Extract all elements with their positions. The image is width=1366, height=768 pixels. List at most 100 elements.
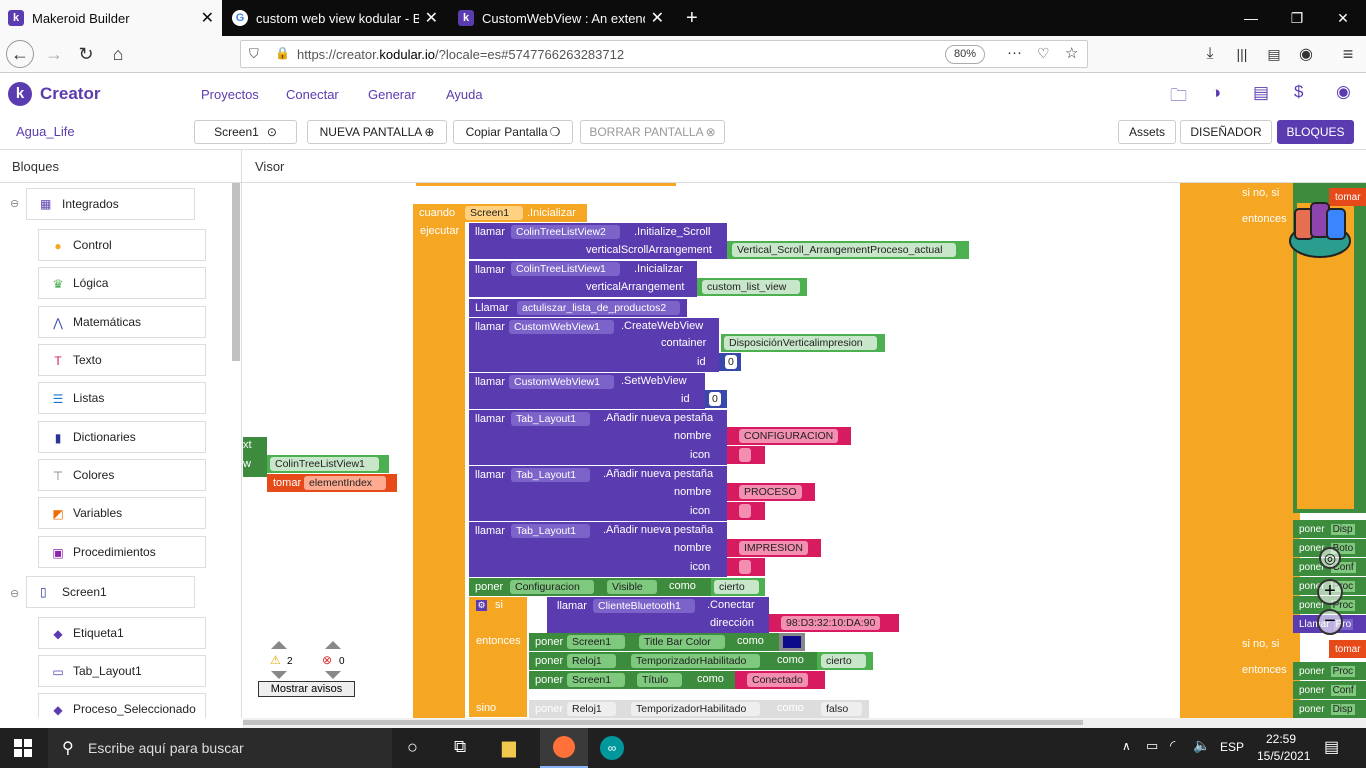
property-chip[interactable]: TemporizadorHabilitado [631, 702, 761, 716]
more-actions-icon[interactable]: ··· [1007, 44, 1022, 61]
windows-start-icon[interactable] [14, 739, 32, 757]
back-icon[interactable]: ← [6, 40, 34, 68]
screen-selector[interactable]: Screen1 ⊙ [194, 120, 297, 144]
cortana-icon[interactable]: ○ [407, 737, 418, 758]
restore-icon[interactable]: ❐ [1274, 0, 1320, 36]
menu-ayuda[interactable]: Ayuda [446, 87, 483, 102]
account-icon[interactable]: ◉ [1292, 40, 1320, 68]
component-chip[interactable]: Screen1 [567, 635, 626, 649]
setter-block[interactable]: poner Disp [1293, 520, 1366, 538]
folder-star-icon[interactable]: 🗀 [1170, 83, 1187, 112]
sidebar-item-control[interactable]: ● Control [38, 229, 206, 261]
zoom-badge[interactable]: 80% [945, 45, 985, 64]
component-chip[interactable]: ColinTreeListView1 [511, 262, 620, 276]
close-tab-icon[interactable]: ✕ [201, 8, 214, 28]
component-chip[interactable]: Screen1 [465, 206, 524, 220]
tab-customwebview[interactable]: k CustomWebView : An extende ✕ [450, 0, 672, 36]
property-chip[interactable]: Título [637, 673, 683, 687]
property-chip[interactable]: Title Bar Color [639, 635, 725, 649]
collapse-icon[interactable]: ⊖ [10, 587, 19, 600]
tray-chevron-icon[interactable]: ∧ [1122, 739, 1131, 753]
new-screen-button[interactable]: NUEVA PANTALLA ⊕ [307, 120, 447, 144]
assets-button[interactable]: Assets [1118, 120, 1176, 144]
sidebar-item-text[interactable]: T Texto [38, 344, 206, 376]
component-chip[interactable]: ColinTreeListView2 [511, 225, 620, 239]
tab-google-search[interactable]: G custom web view kodular - Bus ✕ [224, 0, 446, 36]
user-icon[interactable]: ◉ [1336, 82, 1351, 102]
close-window-icon[interactable]: ✕ [1320, 0, 1366, 36]
url-bar[interactable]: ⛉ 🔒 https://creator.kodular.io/?locale=e… [240, 40, 1088, 68]
text-value[interactable]: Conectado [747, 673, 808, 687]
component-chip[interactable]: ClienteBluetooth1 [593, 599, 695, 613]
blocks-workspace[interactable]: xt w x ColinTreeListView1 tomar elementI… [243, 183, 1366, 728]
document-icon[interactable]: ▤ [1253, 83, 1269, 103]
component-chip[interactable]: Reloj1 [567, 654, 616, 668]
language-indicator[interactable]: ESP [1220, 740, 1244, 754]
zoom-in-icon[interactable]: + [1317, 579, 1343, 605]
volume-icon[interactable]: 🔈 [1193, 737, 1210, 754]
show-warnings-button[interactable]: Mostrar avisos [258, 681, 355, 697]
text-value[interactable]: CONFIGURACION [739, 429, 839, 443]
bookmark-star-icon[interactable]: ☆ [1065, 44, 1078, 62]
builtin-category[interactable]: ▦ Integrados [26, 188, 195, 220]
procedure-chip[interactable]: actuliszar_lista_de_productos2 [517, 301, 681, 315]
property-chip[interactable]: TemporizadorHabilitado [631, 654, 761, 668]
boolean-chip[interactable]: cierto [714, 580, 759, 594]
number-value[interactable]: 0 [709, 392, 721, 406]
error-down-arrow[interactable] [325, 671, 341, 679]
text-value[interactable]: IMPRESION [739, 541, 808, 555]
scrollbar-thumb[interactable] [243, 720, 1083, 725]
component-chip[interactable]: Tab_Layout1 [511, 412, 591, 426]
firefox-taskbar-button[interactable] [540, 728, 588, 768]
sidebar-item-logic[interactable]: ♛ Lógica [38, 267, 206, 299]
color-swatch[interactable] [783, 636, 801, 648]
get-variable-block[interactable]: tomar [1329, 640, 1366, 658]
variable-chip[interactable]: elementIndex [304, 476, 387, 490]
component-chip[interactable]: DisposiciónVerticalimpresion [724, 336, 877, 350]
event-block-body[interactable] [413, 204, 465, 724]
arduino-icon[interactable]: ∞ [600, 736, 624, 760]
clock-time[interactable]: 22:59 [1266, 732, 1296, 746]
sidebar-item-variables[interactable]: ◩ Variables [38, 497, 206, 529]
component-chip[interactable]: Screen1 [567, 673, 626, 687]
empty-text[interactable] [739, 504, 751, 518]
setter-block[interactable]: poner Proc [1293, 662, 1366, 680]
menu-icon[interactable]: ≡ [1334, 40, 1362, 68]
task-view-icon[interactable]: ⧉ [454, 737, 466, 757]
recenter-icon[interactable]: ◎ [1319, 547, 1341, 569]
workspace-scrollbar[interactable] [243, 718, 1366, 728]
notifications-icon[interactable]: ▤ [1324, 737, 1339, 757]
taskbar-search[interactable]: ⚲ Escribe aquí para buscar [48, 728, 392, 768]
menu-generar[interactable]: Generar [368, 87, 416, 102]
home-icon[interactable]: ⌂ [104, 40, 132, 68]
component-chip[interactable]: CustomWebView1 [509, 320, 614, 334]
minimize-icon[interactable]: — [1228, 0, 1274, 36]
right-if-block[interactable] [1180, 183, 1300, 718]
component-chip[interactable]: custom_list_view [702, 280, 801, 294]
blocks-button[interactable]: BLOQUES [1277, 120, 1354, 144]
pocket-icon[interactable]: ♡ [1037, 45, 1050, 62]
dollar-icon[interactable]: $ [1294, 82, 1303, 102]
sidebar-component-tablayout[interactable]: ▭ Tab_Layout1 [38, 655, 206, 687]
close-tab-icon[interactable]: ✕ [651, 8, 664, 28]
sidebar-component-label[interactable]: ◆ Etiqueta1 [38, 617, 206, 649]
empty-text[interactable] [739, 560, 751, 574]
sidebar-icon[interactable]: ▤ [1260, 40, 1288, 68]
warn-down-arrow[interactable] [271, 671, 287, 679]
wifi-icon[interactable]: ◜ [1170, 737, 1175, 754]
download-icon[interactable]: ⤓ [1196, 40, 1224, 68]
empty-text[interactable] [739, 448, 751, 462]
forward-icon[interactable]: → [40, 40, 68, 68]
menu-conectar[interactable]: Conectar [286, 87, 339, 102]
component-chip[interactable]: Vertical_Scroll_ArrangementProceso_actua… [732, 243, 957, 257]
warn-up-arrow[interactable] [271, 641, 287, 649]
screen1-tree[interactable]: ▯ Screen1 [26, 576, 195, 608]
error-up-arrow[interactable] [325, 641, 341, 649]
zoom-out-icon[interactable]: − [1317, 609, 1343, 635]
component-chip[interactable]: Configuracion [510, 580, 594, 594]
component-chip[interactable]: Reloj1 [567, 702, 616, 716]
setter-block[interactable]: poner Conf [1293, 681, 1366, 699]
text-value[interactable]: 98:D3:32:10:DA:90 [781, 616, 881, 630]
collapse-icon[interactable]: ⊖ [10, 197, 19, 210]
reload-icon[interactable]: ↻ [72, 40, 100, 68]
